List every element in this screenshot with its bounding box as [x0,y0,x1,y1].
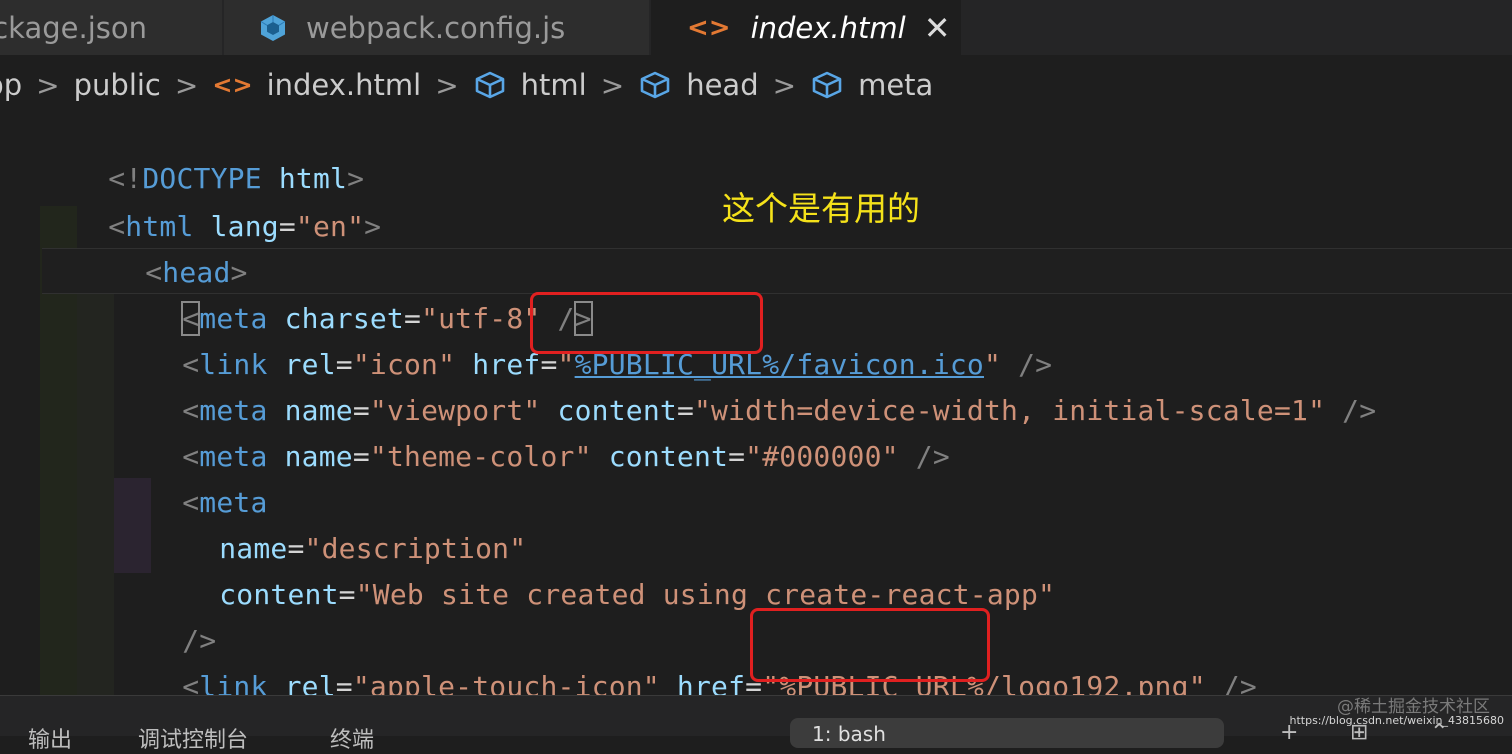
code-token: = [278,210,296,243]
symbol-element-icon [473,70,507,100]
breadcrumb-item-head[interactable]: head [638,68,759,102]
code-token: /> [898,440,950,473]
code-line[interactable]: <head> [77,204,248,289]
cube-icon [258,13,288,43]
chevron-right-icon: > [174,68,199,102]
breadcrumb-label: meta [858,68,934,102]
chevron-right-icon: > [435,68,459,102]
code-token: = [338,578,356,611]
code-token: " [1188,670,1206,695]
code-token: "apple-touch-icon" [352,670,660,695]
tab-index-html[interactable]: <> index.html ✕ [651,0,961,55]
code-token: /> [1325,394,1377,427]
code-line[interactable]: <!DOCTYPE html> [40,110,364,195]
code-line[interactable]: <meta name="theme-color" content="#00000… [114,388,950,473]
breadcrumb-label: head [686,68,759,102]
breadcrumb-label: index.html [266,68,422,102]
breadcrumb-item-meta[interactable]: meta [810,68,933,102]
symbol-element-icon [810,70,844,100]
symbol-element-icon [638,70,672,100]
code-token: "theme-color" [369,440,592,473]
panel-tab-terminal[interactable]: 终端 [330,722,374,754]
code-token: href [659,670,746,695]
code-line[interactable]: <html lang="en"> [40,158,381,243]
code-line[interactable]: /> [114,572,216,657]
annotation-text: 这个是有用的 [722,189,920,228]
chevron-right-icon: > [36,68,60,102]
code-token: /> [1205,670,1257,695]
code-token: content [219,578,339,611]
code-line[interactable]: <meta charset="utf-8" /> [114,250,593,336]
terminal-select[interactable]: 1: bash [790,718,1224,748]
breadcrumb-item-index-html[interactable]: <> index.html [212,68,421,102]
code-token: content [591,440,729,473]
tab-label: webpack.config.js [306,10,566,45]
editor-tab-bar: ckage.json webpack.config.js <> index.ht… [0,0,1512,55]
code-token: = [728,440,746,473]
close-icon[interactable]: ✕ [924,9,951,47]
breadcrumb-label: html [520,68,587,102]
code-token: = [335,670,353,695]
tab-label: index.html [750,10,906,45]
code-token: = [352,440,370,473]
panel-tab-output[interactable]: 输出 [28,722,72,754]
breadcrumb-label: public [73,68,161,102]
code-token: "#000000" [745,440,899,473]
highlight-box-public-url [750,608,990,682]
tab-webpack-config[interactable]: webpack.config.js [224,0,649,55]
chevron-right-icon: > [772,68,797,102]
highlight-box-public-url [530,292,763,354]
tab-package-json[interactable]: ckage.json [0,0,222,55]
code-icon: <> [687,12,731,43]
code-icon: <> [212,71,253,99]
code-token: "Web site created using create-react-app… [355,578,1056,611]
code-line[interactable]: <!-- [114,664,250,695]
code-line[interactable]: name="description" [151,480,526,565]
code-line[interactable]: <link rel="apple-touch-icon" href="%PUBL… [114,618,1257,695]
panel-tab-debug-console[interactable]: 调试控制台 [138,722,248,754]
code-token: name [267,440,353,473]
code-line[interactable]: <meta [114,434,268,519]
breadcrumb-item-src[interactable]: op [0,68,22,102]
breadcrumb-item-html[interactable]: html [473,68,587,102]
code-token: "en" [295,210,365,243]
breadcrumb-label: op [0,68,23,102]
code-token: > [364,210,382,243]
bottom-panel: 输出 调试控制台 终端 1: bash + ⊞ ⌃ [0,695,1512,753]
code-line[interactable]: content="Web site created using create-r… [151,526,1055,611]
breadcrumb-item-public[interactable]: public [74,68,161,102]
tab-label: ckage.json [0,10,147,45]
code-token: rel [267,670,336,695]
watermark-url: https://blog.csdn.net/weixin_43815680 [1289,714,1504,727]
chevron-right-icon: > [600,68,625,102]
breadcrumb: op > public > <> index.html > html > hea… [0,60,933,110]
